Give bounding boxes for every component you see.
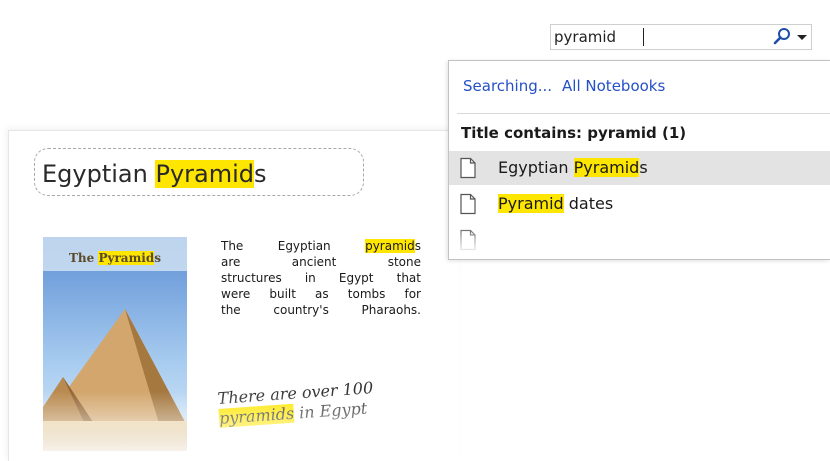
page-icon — [460, 157, 476, 179]
text-caret — [643, 28, 644, 46]
handwritten-line2-post: in Egypt — [293, 398, 368, 423]
search-button[interactable] — [771, 26, 793, 48]
magnifier-icon — [773, 28, 790, 45]
divider — [457, 113, 830, 114]
page-icon — [460, 193, 476, 215]
pyramid-illustration — [43, 237, 187, 451]
handwritten-highlight: pyramids — [218, 403, 295, 428]
page-title[interactable]: Egyptian Pyramids — [42, 160, 267, 188]
search-result-label: Pyramid dates — [498, 194, 613, 213]
result1-pre: Egyptian — [498, 158, 574, 177]
paragraph-line-4: were built as tombs for — [221, 287, 421, 301]
search-input[interactable] — [554, 26, 762, 48]
searching-status-text: Searching... — [463, 77, 553, 95]
result1-highlight: Pyramid — [573, 158, 640, 177]
scope-link-all-notebooks[interactable]: All Notebooks — [562, 77, 665, 95]
title-highlight: Pyramid — [155, 160, 254, 188]
page-paragraph[interactable]: The Egyptian pyramids are ancient stone … — [221, 238, 421, 318]
search-result-item[interactable]: Pyramid dates — [449, 187, 830, 221]
note-page: Egyptian Pyramids The Pyramids The Egypt… — [8, 130, 459, 461]
search-box — [550, 24, 812, 50]
result2-post: dates — [563, 194, 614, 213]
pyramids-book-cover-image: The Pyramids — [43, 237, 187, 451]
para-line1-pre: The Egyptian — [221, 239, 366, 253]
search-result-item-partial[interactable] — [449, 223, 830, 257]
cover-title: The Pyramids — [43, 251, 187, 265]
paragraph-line-2: are ancient stone — [221, 255, 421, 269]
para-line1-post: s — [414, 239, 421, 253]
cover-title-post: s — [154, 251, 161, 265]
result2-highlight: Pyramid — [498, 194, 564, 213]
title-post: s — [254, 160, 267, 188]
search-result-item[interactable]: Egyptian Pyramids — [449, 151, 830, 185]
paragraph-line-5: the country's Pharaohs. — [221, 303, 421, 317]
cover-title-pre: The — [69, 251, 99, 265]
para-line1-highlight: pyramid — [365, 239, 415, 253]
chevron-down-icon — [797, 35, 807, 40]
result1-post: s — [639, 158, 648, 177]
search-scope-dropdown-button[interactable] — [794, 26, 810, 48]
page-icon — [460, 229, 476, 251]
title-pre: Egyptian — [42, 160, 156, 188]
search-results-dropdown: Searching... All Notebooks Title contains… — [448, 60, 830, 260]
search-result-label: Egyptian Pyramids — [498, 158, 648, 177]
search-status: Searching... All Notebooks — [463, 77, 665, 95]
handwritten-note[interactable]: There are over 100 pyramids in Egypt — [217, 378, 375, 429]
paragraph-line-1: The Egyptian pyramids — [221, 238, 421, 254]
cover-title-highlight: Pyramid — [98, 251, 155, 265]
results-group-header: Title contains: pyramid (1) — [461, 124, 687, 142]
paragraph-line-3: structures in Egypt that — [221, 271, 421, 285]
